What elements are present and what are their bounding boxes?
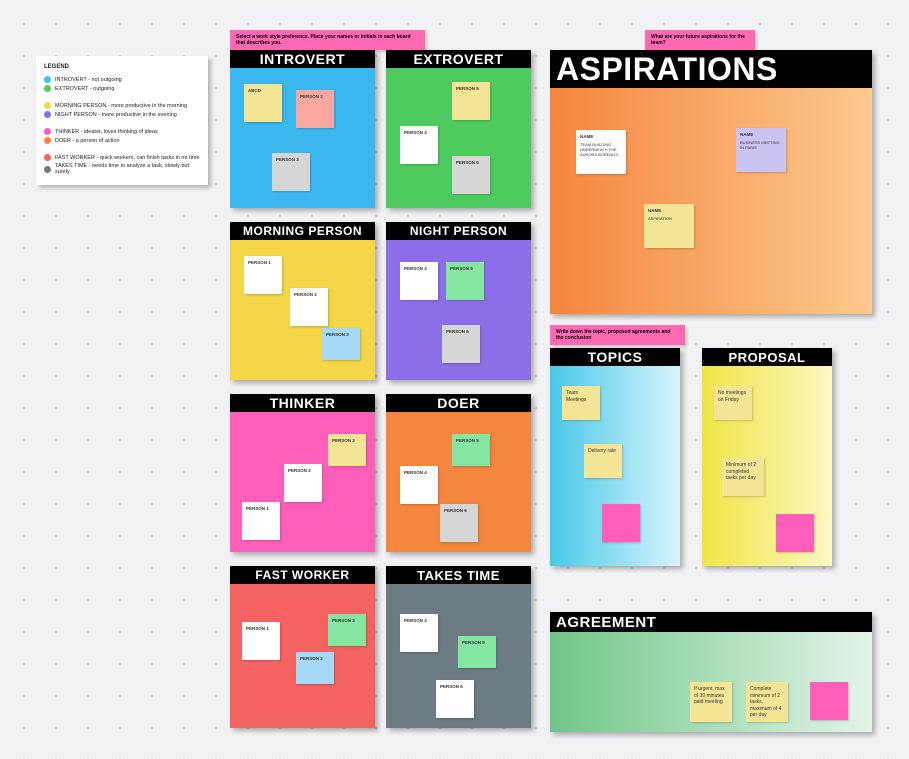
sticky-person4[interactable]: PERSON 4 [400, 614, 438, 652]
legend-item: DOER - a person of action [44, 137, 200, 144]
board-aspirations[interactable]: ASPIRATIONS NAME TEAM BUILDING UNDERNEAT… [550, 50, 872, 314]
board-title: ASPIRATIONS [550, 50, 872, 88]
legend-dot-icon [44, 102, 51, 109]
sticky-person4[interactable]: PERSON 4 [400, 262, 438, 300]
legend-item: THINKER - ideator, loves thinking of ide… [44, 128, 200, 135]
board-doer[interactable]: DOER PERSON 5 PERSON 4 PERSON 6 [386, 394, 531, 552]
board-title: TAKES TIME [386, 566, 531, 584]
sticky-asp-3[interactable]: NAME ASPIRATION [644, 204, 694, 248]
board-title: DOER [386, 394, 531, 412]
sticky-person1[interactable]: PERSON 1 [242, 502, 280, 540]
sticky-prop-1[interactable]: No meetings on Friday [714, 386, 752, 420]
sticky-topic-1[interactable]: Team Meetings [562, 386, 600, 420]
board-title: INTROVERT [230, 50, 375, 68]
board-agreement[interactable]: AGREEMENT If urgent, max of 30 minutes p… [550, 612, 872, 732]
legend-item: FAST WORKER - quick workers, can finish … [44, 154, 200, 161]
legend-dot-icon [44, 166, 51, 173]
sticky-person5[interactable]: PERSON 5 [446, 262, 484, 300]
sticky-name: NAME [740, 132, 753, 137]
legend-item: EXTROVERT - outgoing [44, 85, 200, 92]
sticky-prop-3[interactable] [776, 514, 814, 552]
legend-text: INTROVERT - not outgoing [55, 77, 122, 83]
legend-dot-icon [44, 76, 51, 83]
board-title: TOPICS [550, 348, 680, 366]
sticky-person5[interactable]: PERSON 5 [458, 636, 496, 668]
sticky-person4[interactable]: PERSON 4 [400, 466, 438, 504]
sticky-topic-3[interactable] [602, 504, 640, 542]
sticky-prop-2[interactable]: Minimum of 2 completed tasks per day [722, 458, 764, 496]
legend-text: DOER - a person of action [55, 138, 120, 144]
sticky-person6[interactable]: PERSON 6 [440, 504, 478, 542]
sticky-asp-2[interactable]: NAME BUSINESS MEETING IN PARIS [736, 128, 786, 172]
sticky-person5[interactable]: PERSON 5 [452, 434, 490, 466]
sticky-sub: TEAM BUILDING UNDERNEATH THE AURORA BORE… [580, 142, 622, 158]
sticky-asp-1[interactable]: NAME TEAM BUILDING UNDERNEATH THE AURORA… [576, 130, 626, 174]
board-proposal[interactable]: PROPOSAL No meetings on Friday Minimum o… [702, 348, 832, 566]
board-thinker[interactable]: THINKER PERSON 3 PERSON 2 PERSON 1 [230, 394, 375, 552]
sticky-person2[interactable]: PERSON 2 [296, 652, 334, 684]
board-title: NIGHT PERSON [386, 222, 531, 240]
legend-dot-icon [44, 128, 51, 135]
legend-dot-icon [44, 154, 51, 161]
sticky-person3[interactable]: PERSON 3 [328, 614, 366, 646]
legend-dot-icon [44, 85, 51, 92]
sticky-agree-2[interactable]: Complete minimum of 2 tasks, maximum of … [746, 682, 788, 722]
legend-text: MORNING PERSON - more productive in the … [55, 103, 187, 109]
board-title: EXTROVERT [386, 50, 531, 68]
legend-panel: LEGEND INTROVERT - not outgoing EXTROVERT… [36, 56, 208, 185]
sticky-person1[interactable]: PERSON 1 [244, 256, 282, 294]
legend-item: MORNING PERSON - more productive in the … [44, 102, 200, 109]
board-title: AGREEMENT [550, 612, 872, 632]
sticky-person6[interactable]: PERSON 6 [452, 156, 490, 194]
hint-aspirations[interactable]: What are your future aspirations for the… [645, 30, 755, 50]
hint-agreement[interactable]: Write down the topic, proposed agreement… [550, 325, 685, 345]
legend-dot-icon [44, 137, 51, 144]
board-title: THINKER [230, 394, 375, 412]
sticky-person2[interactable]: PERSON 2 [290, 288, 328, 326]
legend-item: NIGHT PERSON - more productive in the ev… [44, 111, 200, 118]
legend-text: EXTROVERT - outgoing [55, 86, 114, 92]
sticky-abcd[interactable]: ABCD [244, 84, 282, 122]
board-extrovert[interactable]: EXTROVERT PERSON 5 PERSON 4 PERSON 6 [386, 50, 531, 208]
hint-workstyle[interactable]: Select a work style preference. Place yo… [230, 30, 425, 50]
sticky-name: NAME [648, 208, 661, 213]
legend-text: NIGHT PERSON - more productive in the ev… [55, 112, 177, 118]
board-takes[interactable]: TAKES TIME PERSON 4 PERSON 5 PERSON 6 [386, 566, 531, 728]
legend-item: TAKES TIME - needs time to analyze a tas… [44, 163, 200, 175]
sticky-person2[interactable]: PERSON 2 [296, 90, 334, 128]
sticky-person3[interactable]: PERSON 3 [322, 328, 360, 360]
sticky-person1[interactable]: PERSON 1 [242, 622, 280, 660]
sticky-person2[interactable]: PERSON 2 [284, 464, 322, 502]
board-fast[interactable]: FAST WORKER PERSON 1 PERSON 3 PERSON 2 [230, 566, 375, 728]
sticky-topic-2[interactable]: Delivery rate [584, 444, 622, 478]
sticky-person5[interactable]: PERSON 5 [452, 82, 490, 120]
sticky-person3[interactable]: PERSON 3 [328, 434, 366, 466]
sticky-person6[interactable]: PERSON 6 [442, 325, 480, 363]
legend-title: LEGEND [44, 64, 200, 70]
legend-dot-icon [44, 111, 51, 118]
board-title: PROPOSAL [702, 348, 832, 366]
board-title: MORNING PERSON [230, 222, 375, 240]
sticky-sub: ASPIRATION [648, 216, 690, 221]
legend-text: FAST WORKER - quick workers, can finish … [55, 155, 199, 161]
legend-text: THINKER - ideator, loves thinking of ide… [55, 129, 158, 135]
sticky-agree-3[interactable] [810, 682, 848, 720]
board-introvert[interactable]: INTROVERT ABCD PERSON 2 PERSON 3 [230, 50, 375, 208]
board-title: FAST WORKER [230, 566, 375, 584]
sticky-person6[interactable]: PERSON 6 [436, 680, 474, 718]
sticky-agree-1[interactable]: If urgent, max of 30 minutes paid meetin… [690, 682, 732, 722]
sticky-person4[interactable]: PERSON 4 [400, 126, 438, 164]
legend-text: TAKES TIME - needs time to analyze a tas… [55, 163, 200, 175]
board-night[interactable]: NIGHT PERSON PERSON 4 PERSON 5 PERSON 6 [386, 222, 531, 380]
sticky-name: NAME [580, 134, 593, 139]
sticky-person3[interactable]: PERSON 3 [272, 153, 310, 191]
sticky-sub: BUSINESS MEETING IN PARIS [740, 140, 782, 150]
board-topics[interactable]: TOPICS Team Meetings Delivery rate [550, 348, 680, 566]
legend-item: INTROVERT - not outgoing [44, 76, 200, 83]
board-morning[interactable]: MORNING PERSON PERSON 1 PERSON 2 PERSON … [230, 222, 375, 380]
